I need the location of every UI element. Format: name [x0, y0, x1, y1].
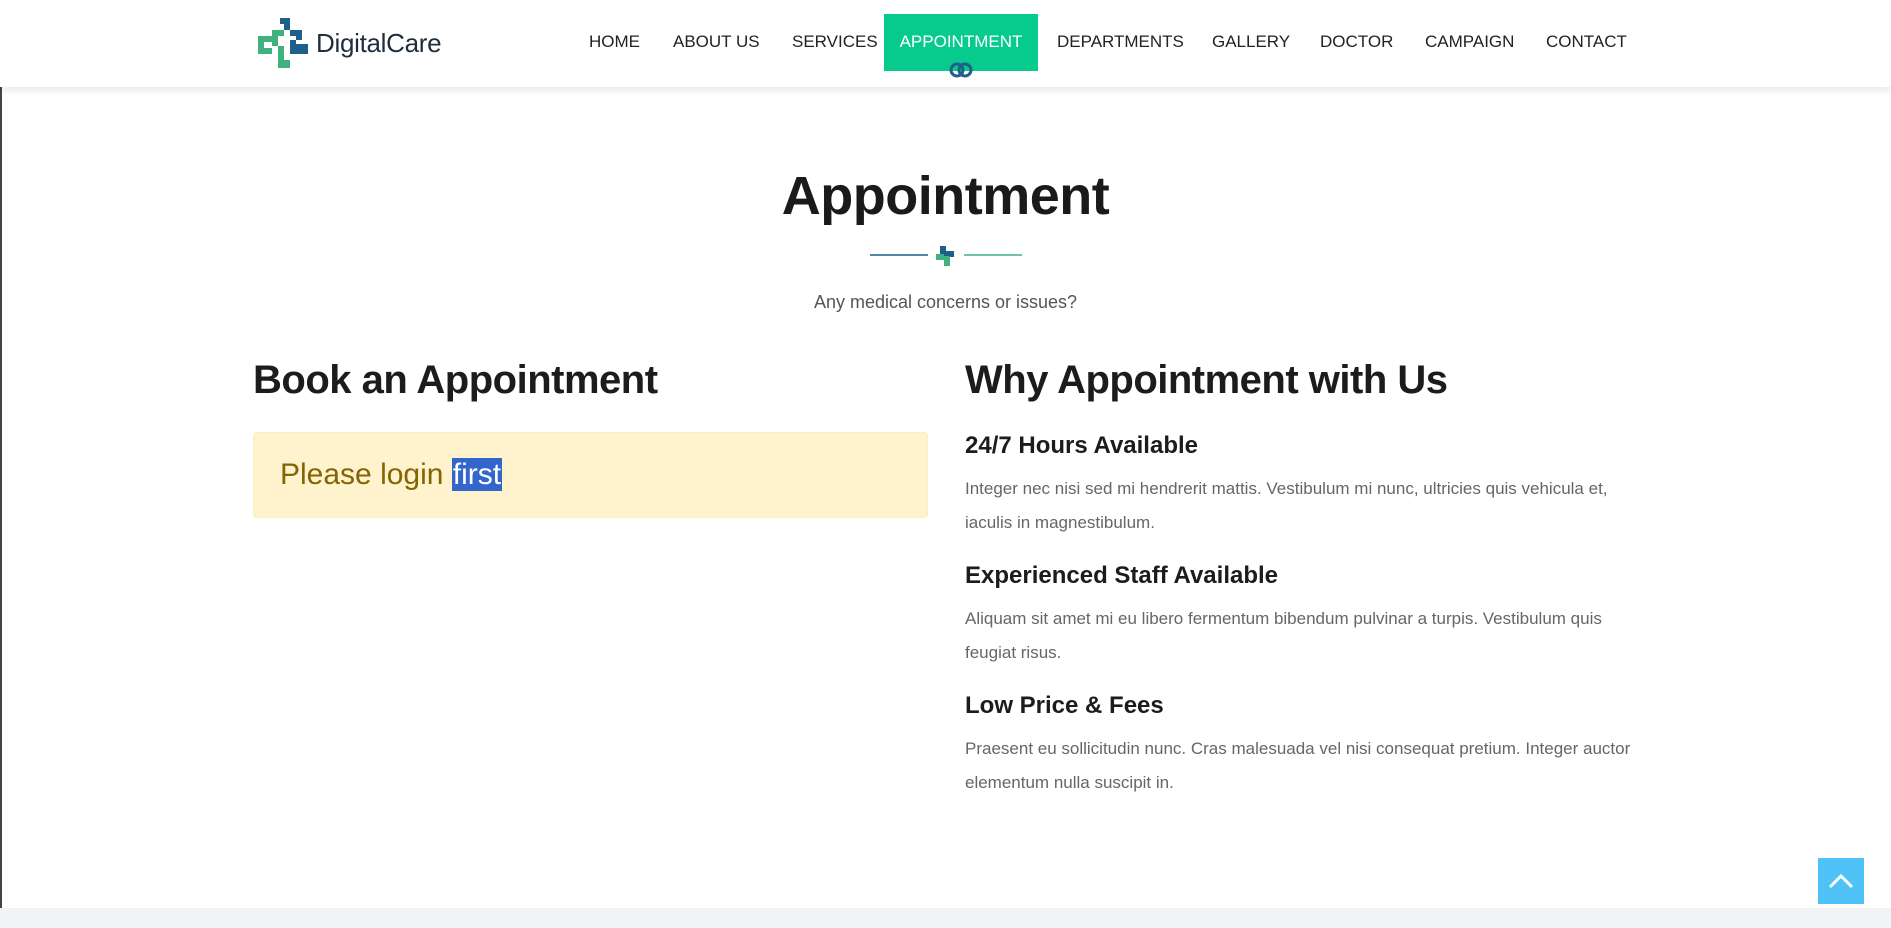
book-appointment-heading: Book an Appointment	[253, 358, 658, 402]
why-appointment-heading: Why Appointment with Us	[965, 358, 1448, 402]
page-subtitle: Any medical concerns or issues?	[813, 292, 1078, 312]
title-divider	[870, 246, 1022, 266]
nav-appointment-label: APPOINTMENT	[899, 32, 1023, 51]
feature-description: Praesent eu sollicitudin nunc. Cras male…	[965, 739, 1631, 792]
footer-strip	[0, 908, 1891, 928]
feature-description: Integer nec nisi sed mi hendrerit mattis…	[965, 479, 1608, 532]
nav-campaign[interactable]: CAMPAIGN	[1425, 14, 1514, 71]
site-header: DigitalCare HOME ABOUT US SERVICES APPOI…	[0, 0, 1891, 87]
nav-departments[interactable]: DEPARTMENTS	[1057, 14, 1184, 71]
alert-text-selected: first	[451, 458, 503, 491]
nav-contact[interactable]: CONTACT	[1546, 14, 1627, 71]
feature-description: Aliquam sit amet mi eu libero fermentum …	[965, 609, 1602, 662]
main-nav: HOME ABOUT US SERVICES APPOINTMENT DEPAR…	[0, 14, 1891, 78]
alert-text-prefix: Please login	[280, 458, 452, 491]
nav-about-us[interactable]: ABOUT US	[673, 14, 760, 71]
nav-gallery[interactable]: GALLERY	[1212, 14, 1290, 71]
nav-doctor[interactable]: DOCTOR	[1320, 14, 1393, 71]
feature-title: Low Price & Fees	[965, 692, 1164, 719]
page-title: Appointment	[781, 166, 1110, 226]
nav-home[interactable]: HOME	[589, 14, 640, 71]
nav-appointment[interactable]: APPOINTMENT	[884, 14, 1038, 78]
nav-services[interactable]: SERVICES	[792, 14, 878, 71]
chevron-up-icon	[1828, 873, 1854, 889]
feature-title: Experienced Staff Available	[965, 562, 1279, 589]
divider-cross-icon	[936, 246, 954, 266]
login-alert: Please login first	[253, 432, 928, 518]
active-indicator-icon	[949, 62, 973, 78]
feature-title: 24/7 Hours Available	[965, 432, 1198, 459]
back-to-top-button[interactable]	[1818, 858, 1864, 904]
window-left-border	[0, 0, 2, 928]
login-alert-text: Please login first	[280, 449, 503, 501]
